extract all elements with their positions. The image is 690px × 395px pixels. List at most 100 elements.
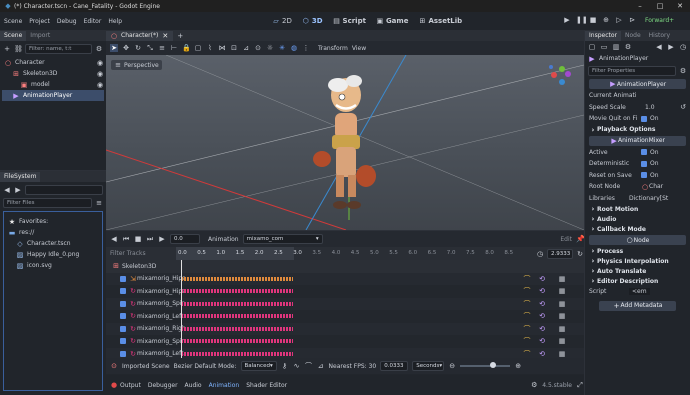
scene-filter-input[interactable]: Filter: name, t:t <box>25 44 92 54</box>
interpolation-icon[interactable]: ⌒ <box>523 312 531 320</box>
loop-wrap-icon[interactable]: ⟲ <box>538 325 546 333</box>
workspace-script[interactable]: ▤ Script <box>333 17 366 25</box>
remote-icon[interactable]: ⊕ <box>602 16 610 24</box>
tab-scene[interactable]: Scene <box>0 30 27 41</box>
history-icon[interactable]: ◷ <box>679 43 687 51</box>
scale-tool-icon[interactable]: ⤡ <box>146 44 154 52</box>
visibility-icon[interactable]: ◉ <box>96 70 104 78</box>
snap-icon[interactable]: ⊿ <box>242 44 250 52</box>
visibility-icon[interactable]: ◉ <box>96 81 104 89</box>
stop-icon[interactable]: ■ <box>589 16 597 24</box>
tab-audio[interactable]: Audio <box>185 382 202 389</box>
globe-icon[interactable]: ◍ <box>290 44 298 52</box>
loop-wrap-icon[interactable]: ⟲ <box>538 287 546 295</box>
add-scene-tab-icon[interactable]: + <box>176 32 184 40</box>
scene-tab-character[interactable]: ○ Character(*) ✕ <box>106 30 174 41</box>
interpolation-icon[interactable]: ⌒ <box>523 287 531 295</box>
tree-node-character[interactable]: ○ Character ◉ <box>2 57 104 68</box>
workspace-2d[interactable]: ▱ 2D <box>272 17 292 25</box>
checkbox[interactable] <box>641 149 647 156</box>
track-row[interactable]: ↻ mixamorig_Left ⌒ ⟲ ▦ <box>106 347 584 358</box>
workspace-3d[interactable]: ⬡ 3D <box>302 17 323 25</box>
interpolation-icon[interactable]: ⌒ <box>523 325 531 333</box>
timeline-ruler[interactable]: 0.0 0.5 1.0 1.5 2.0 2.5 3.0 3.5 4.0 4.5 5.0 5.5 6.0 6… <box>176 247 536 260</box>
animation-time-input[interactable]: 0.0 <box>170 234 200 244</box>
perspective-button[interactable]: ≡ Perspective <box>111 60 162 70</box>
section-auto-translate[interactable]: › Auto Translate <box>585 266 690 276</box>
file-item[interactable]: ◇ Character.tscn <box>8 238 98 249</box>
orientation-gizmo[interactable] <box>549 65 571 85</box>
select-tool-icon[interactable]: ➤ <box>110 44 118 52</box>
tab-filesystem[interactable]: FileSystem <box>0 171 41 182</box>
delete-track-icon[interactable]: ▦ <box>558 300 566 308</box>
play-icon[interactable]: ▶ <box>563 16 571 24</box>
snap-icon[interactable]: ⊿ <box>317 362 325 370</box>
sun-icon[interactable]: ☼ <box>266 44 274 52</box>
loop-wrap-icon[interactable]: ⟲ <box>538 337 546 345</box>
track-enable-checkbox[interactable] <box>120 325 126 332</box>
track-row[interactable]: ↻ mixamorig_Righ ⌒ ⟲ ▦ <box>106 322 584 335</box>
checkbox[interactable] <box>641 115 647 122</box>
loop-wrap-icon[interactable]: ⟲ <box>538 312 546 320</box>
forward-icon[interactable]: ▶ <box>14 186 22 194</box>
menu-debug[interactable]: Debug <box>57 18 77 25</box>
back-icon[interactable]: ◀ <box>655 43 663 51</box>
interpolation-icon[interactable]: ⌒ <box>523 350 531 358</box>
filter-tracks-input[interactable]: Filter Tracks <box>110 250 146 257</box>
skin-icon[interactable]: ⋈ <box>218 44 226 52</box>
time-unit-select[interactable]: Seconds ▾ <box>412 361 445 371</box>
property-current-animation[interactable]: Current Animati <box>585 90 690 102</box>
back-icon[interactable]: ◀ <box>3 186 11 194</box>
minimize-button[interactable]: – <box>630 0 650 12</box>
extra-options-icon[interactable]: ⚙ <box>624 43 632 51</box>
filter-options-icon[interactable]: ⚙ <box>95 45 103 53</box>
favorites-item[interactable]: ★ Favorites: <box>8 216 98 227</box>
track-enable-checkbox[interactable] <box>120 338 126 345</box>
track-row[interactable]: ↻ mixamorig_Hips ⌒ ⟲ ▦ <box>106 285 584 298</box>
section-callback-mode[interactable]: › Callback Mode <box>585 224 690 234</box>
tree-node-animationplayer[interactable]: ▶ AnimationPlayer <box>2 90 104 101</box>
workspace-game[interactable]: ▣ Game <box>376 17 409 25</box>
forward-icon[interactable]: ▶ <box>667 43 675 51</box>
snap-step-input[interactable]: 0.0333 <box>380 361 409 371</box>
animation-select[interactable]: mixamo_com ▾ <box>242 234 323 244</box>
property-reset-on-save[interactable]: Reset on Save On <box>585 170 690 182</box>
renderer-select[interactable]: Forward+ <box>645 17 674 24</box>
interpolation-icon[interactable]: ⌒ <box>523 300 531 308</box>
close-icon[interactable]: ✕ <box>161 32 169 40</box>
menu-editor[interactable]: Editor <box>84 18 102 25</box>
select-list-icon[interactable]: ≡ <box>158 44 166 52</box>
play-backwards-icon[interactable]: ◀ <box>110 235 118 243</box>
filter-options-icon[interactable]: ⚙ <box>679 67 687 75</box>
play-scene-icon[interactable]: ▷ <box>615 16 623 24</box>
add-node-icon[interactable]: + <box>3 45 11 53</box>
property-filter-input[interactable]: Filter Properties <box>588 66 676 76</box>
menu-project[interactable]: Project <box>29 18 50 25</box>
loop-wrap-icon[interactable]: ⟲ <box>538 275 546 283</box>
pin-icon[interactable]: 📌 <box>576 235 585 243</box>
local-space-icon[interactable]: ⊡ <box>230 44 238 52</box>
group-icon[interactable]: ▢ <box>194 44 202 52</box>
environment-icon[interactable]: ✳ <box>278 44 286 52</box>
property-script[interactable]: Script <em <box>585 286 690 298</box>
play-backwards-start-icon[interactable]: ⏮ <box>122 235 130 243</box>
tab-output[interactable]: Output <box>120 382 141 389</box>
zoom-slider[interactable] <box>460 362 511 368</box>
loop-icon[interactable]: ↻ <box>576 250 584 258</box>
add-metadata-button[interactable]: + Add Metadata <box>599 300 676 311</box>
delete-track-icon[interactable]: ▦ <box>558 337 566 345</box>
move-tool-icon[interactable]: ✥ <box>122 44 130 52</box>
lock-icon[interactable]: 🔒 <box>182 44 191 52</box>
tab-debugger[interactable]: Debugger <box>148 382 178 389</box>
view-menu[interactable]: View <box>352 45 366 52</box>
property-libraries[interactable]: Libraries Dictionary[St <box>585 193 690 205</box>
delete-track-icon[interactable]: ▦ <box>558 275 566 283</box>
property-active[interactable]: Active On <box>585 147 690 159</box>
play-icon[interactable]: ▶ <box>158 235 166 243</box>
interpolation-icon[interactable]: ⌒ <box>523 275 531 283</box>
track-enable-checkbox[interactable] <box>120 275 126 282</box>
section-physics-interpolation[interactable]: › Physics Interpolation <box>585 256 690 266</box>
link-icon[interactable]: ⛓ <box>14 45 23 53</box>
zoom-in-icon[interactable]: ⊕ <box>514 362 522 370</box>
bezier-mode-select[interactable]: Balanced ▾ <box>240 361 277 371</box>
